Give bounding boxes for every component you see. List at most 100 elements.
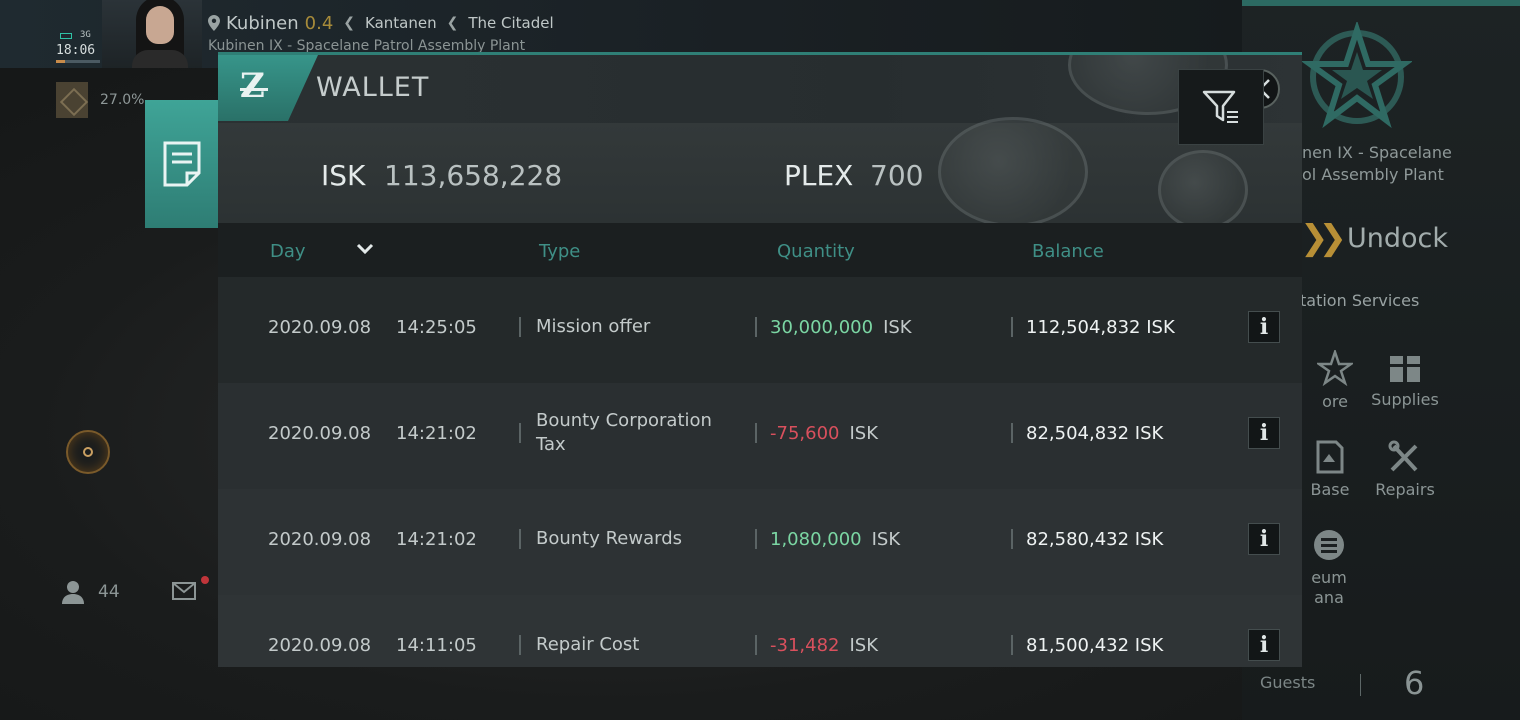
transaction-quantity: 1,080,000 ISK (770, 529, 901, 550)
station-name: nen IX - Spacelane ol Assembly Plant (1302, 143, 1452, 184)
location-pin-icon (208, 15, 220, 31)
divider (1011, 317, 1013, 337)
divider (1011, 635, 1013, 655)
guests-count[interactable]: 6 (1404, 664, 1424, 702)
service-supplies[interactable]: Supplies (1370, 350, 1440, 409)
transaction-date: 2020.09.08 (268, 635, 372, 656)
divider (1011, 423, 1013, 443)
region-name: Kantanen (365, 14, 437, 32)
divider (519, 635, 521, 655)
transaction-date: 2020.09.08 (268, 423, 372, 444)
wallet-side-tab[interactable] (145, 100, 218, 228)
wallet-logo: Z (218, 55, 318, 121)
transaction-row[interactable]: 2020.09.08 14:25:05 Mission offer 30,000… (218, 277, 1302, 383)
logo-letter: Z (240, 66, 265, 106)
location-breadcrumb[interactable]: Kubinen 0.4 ❮ Kantanen ❮ The Citadel (208, 10, 554, 36)
divider (519, 529, 521, 549)
target-icon[interactable] (66, 430, 110, 474)
undock-button[interactable]: ❯❯ Undock (1300, 218, 1448, 258)
divider (755, 635, 757, 655)
divider (755, 529, 757, 549)
transaction-row[interactable]: 2020.09.08 14:11:05 Repair Cost -31,482 I… (218, 595, 1302, 667)
transaction-type: Bounty Corporation Tax (536, 410, 712, 455)
transaction-time: 14:21:02 (396, 529, 477, 550)
service-base[interactable]: Base (1290, 440, 1370, 499)
transaction-quantity: -31,482 ISK (770, 635, 879, 656)
filter-button[interactable] (1178, 69, 1264, 145)
station-emblem-icon (1302, 22, 1412, 129)
info-icon: i (1259, 420, 1269, 446)
plex-balance: 700 (870, 159, 924, 192)
transaction-quantity: -75,600 ISK (770, 423, 879, 444)
window-title: WALLET (316, 72, 430, 103)
battery-icon (60, 33, 72, 39)
divider (519, 423, 521, 443)
security-status: 0.4 (304, 12, 334, 34)
chevron-left-icon: ❮ (446, 15, 459, 31)
column-headers: Day Type Quantity Balance (218, 223, 1302, 277)
sort-descending-icon[interactable] (356, 243, 374, 255)
divider (519, 317, 521, 337)
transaction-time: 14:25:05 (396, 317, 477, 338)
isk-balance: 113,658,228 (384, 159, 563, 192)
transaction-balance: 81,500,432 ISK (1026, 635, 1164, 656)
base-icon (1316, 440, 1344, 474)
document-icon (163, 141, 200, 187)
transaction-row[interactable]: 2020.09.08 14:21:02 Bounty Rewards 1,080… (218, 489, 1302, 595)
network-label: 3G (80, 30, 91, 40)
clock: 18:06 (56, 43, 96, 58)
plex-label: PLEX (784, 159, 854, 192)
transaction-time: 14:21:02 (396, 423, 477, 444)
divider (755, 317, 757, 337)
isk-label: ISK (321, 159, 366, 192)
guests-label: Guests (1260, 673, 1316, 692)
supplies-icon (1390, 356, 1420, 382)
transaction-type: Repair Cost (536, 634, 640, 655)
info-button[interactable]: i (1248, 629, 1280, 661)
divider (1011, 529, 1013, 549)
system-name: Kubinen (226, 12, 299, 34)
service-store[interactable]: ore (1300, 350, 1370, 411)
progress-bar (56, 60, 100, 63)
constellation-name: The Citadel (468, 14, 554, 32)
online-players[interactable]: 44 (62, 580, 120, 604)
transaction-balance: 82,580,432 ISK (1026, 529, 1164, 550)
person-icon (62, 581, 84, 604)
column-type[interactable]: Type (539, 241, 580, 262)
divider (1360, 674, 1361, 696)
column-balance[interactable]: Balance (1032, 241, 1104, 262)
transaction-balance: 82,504,832 ISK (1026, 423, 1164, 444)
info-button[interactable]: i (1248, 311, 1280, 343)
undock-label: Undock (1346, 222, 1448, 254)
store-icon (1317, 350, 1353, 386)
character-portrait[interactable] (102, 0, 202, 68)
info-icon: i (1259, 632, 1269, 658)
transaction-type: Mission offer (536, 316, 651, 337)
double-chevron-icon: ❯❯ (1300, 218, 1347, 258)
transaction-date: 2020.09.08 (268, 529, 372, 550)
transaction-date: 2020.09.08 (268, 317, 372, 338)
device-status: 3G 18:06 (56, 30, 100, 64)
divider (755, 423, 757, 443)
column-day[interactable]: Day (270, 241, 306, 262)
service-repairs[interactable]: Repairs (1370, 440, 1440, 499)
info-icon: i (1259, 314, 1269, 340)
transaction-row[interactable]: 2020.09.08 14:21:02 Bounty Corporation T… (218, 383, 1302, 489)
mail-icon[interactable] (172, 582, 196, 600)
service-museum[interactable]: eum ana (1294, 528, 1364, 608)
station-services-label: tation Services (1300, 291, 1420, 310)
transaction-type: Bounty Rewards (536, 528, 683, 549)
transaction-balance: 112,504,832 ISK (1026, 317, 1175, 338)
online-count: 44 (98, 582, 120, 602)
transaction-time: 14:11:05 (396, 635, 477, 656)
info-button[interactable]: i (1248, 523, 1280, 555)
repairs-icon (1388, 440, 1418, 472)
column-quantity[interactable]: Quantity (777, 241, 855, 262)
notification-dot (201, 576, 209, 584)
transaction-quantity: 30,000,000 ISK (770, 317, 912, 338)
wallet-window: Z WALLET ISK 113,658,228 PLEX 700 Day Ty… (218, 52, 1302, 667)
info-button[interactable]: i (1248, 417, 1280, 449)
chevron-left-icon: ❮ (343, 15, 356, 31)
cargo-percent: 27.0% (100, 92, 145, 108)
cargo-icon (56, 82, 88, 118)
